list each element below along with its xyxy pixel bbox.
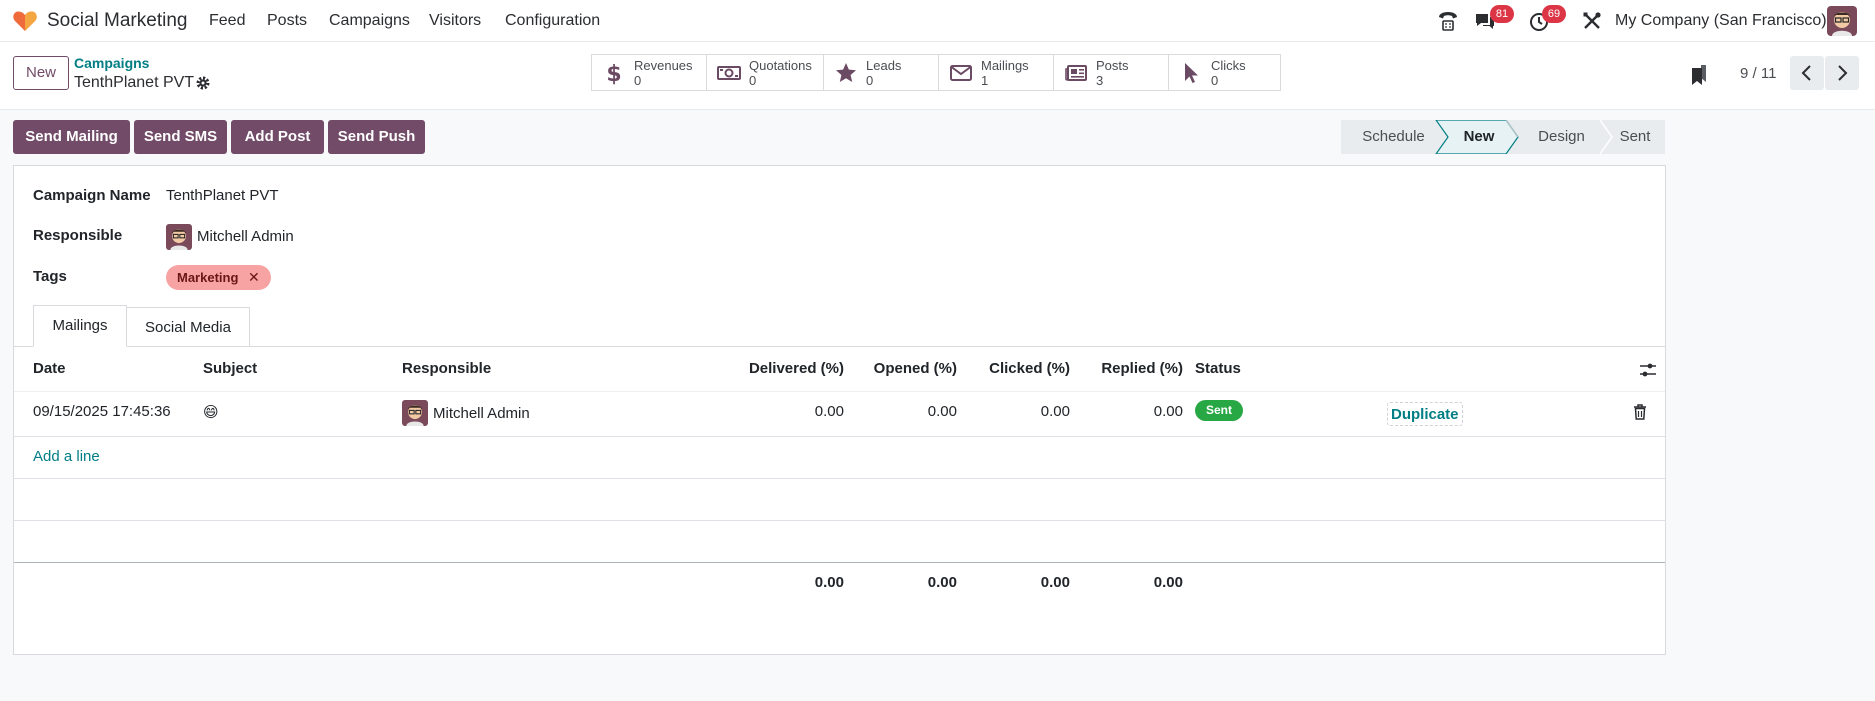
chevron-right-icon bbox=[1838, 65, 1848, 81]
new-button[interactable]: New bbox=[13, 56, 69, 90]
total-clicked: 0.00 bbox=[1040, 574, 1070, 591]
tab-mailings[interactable]: Mailings bbox=[33, 305, 127, 347]
tabs-divider bbox=[14, 346, 1665, 347]
tag-marketing: Marketing ✕ bbox=[166, 265, 271, 290]
campaign-name-label: Campaign Name bbox=[33, 187, 151, 204]
menu-feed[interactable]: Feed bbox=[209, 12, 245, 30]
column-settings-icon[interactable] bbox=[1639, 362, 1657, 378]
row-replied: 0.00 bbox=[1153, 403, 1183, 420]
stat-clicks[interactable]: Clicks 0 bbox=[1169, 55, 1280, 90]
control-panel: New Campaigns TenthPlanet PVT $ Revenues… bbox=[0, 42, 1875, 110]
totals-border bbox=[14, 562, 1665, 563]
trash-icon[interactable] bbox=[1633, 404, 1647, 420]
pager-next-button[interactable] bbox=[1825, 56, 1859, 90]
send-sms-button[interactable]: Send SMS bbox=[134, 120, 227, 154]
tag-marketing-label: Marketing bbox=[177, 270, 239, 285]
responsible-avatar bbox=[166, 224, 192, 250]
dollar-icon: $ bbox=[606, 62, 621, 85]
row-clicked: 0.00 bbox=[1040, 403, 1070, 420]
row-bottom-border bbox=[14, 436, 1665, 437]
add-post-button[interactable]: Add Post bbox=[231, 120, 324, 154]
pager-previous-button[interactable] bbox=[1790, 56, 1824, 90]
svg-text:$: $ bbox=[606, 62, 621, 85]
status-badge: Sent bbox=[1195, 400, 1244, 421]
form-sheet: Campaign Name TenthPlanet PVT Responsibl… bbox=[13, 165, 1666, 655]
campaign-name-field[interactable]: TenthPlanet PVT bbox=[166, 187, 279, 204]
stat-quotations[interactable]: Quotations 0 bbox=[707, 55, 824, 90]
bookmark-icon[interactable] bbox=[1689, 64, 1709, 86]
stat-mailings[interactable]: Mailings 1 bbox=[939, 55, 1054, 90]
stat-leads[interactable]: Leads 0 bbox=[824, 55, 939, 90]
gear-icon[interactable] bbox=[195, 75, 211, 91]
empty-row-border bbox=[14, 478, 1665, 479]
stage-schedule[interactable]: Schedule bbox=[1341, 120, 1446, 154]
menu-posts[interactable]: Posts bbox=[267, 12, 307, 30]
menu-campaigns[interactable]: Campaigns bbox=[329, 12, 410, 30]
duplicate-button[interactable]: Duplicate bbox=[1387, 402, 1463, 426]
stat-revenues[interactable]: $ Revenues 0 bbox=[592, 55, 707, 90]
app-name[interactable]: Social Marketing bbox=[47, 10, 187, 32]
company-switcher[interactable]: My Company (San Francisco) bbox=[1615, 12, 1827, 30]
col-replied[interactable]: Replied (%) bbox=[1101, 360, 1183, 377]
top-navbar: Social Marketing Feed Posts Campaigns Vi… bbox=[0, 0, 1875, 42]
col-delivered[interactable]: Delivered (%) bbox=[749, 360, 844, 377]
row-responsible-avatar bbox=[402, 400, 428, 426]
smart-buttons: $ Revenues 0 Quotations 0 Leads 0 Mailin… bbox=[591, 54, 1281, 91]
total-opened: 0.00 bbox=[927, 574, 957, 591]
newspaper-icon bbox=[1065, 65, 1087, 81]
money-icon bbox=[717, 66, 741, 80]
menu-configuration[interactable]: Configuration bbox=[505, 12, 600, 30]
breadcrumb-current: TenthPlanet PVT bbox=[74, 74, 195, 91]
cursor-icon bbox=[1185, 63, 1198, 83]
col-status[interactable]: Status bbox=[1195, 360, 1241, 377]
tab-social-media[interactable]: Social Media bbox=[127, 307, 250, 347]
stage-statusbar: Schedule New Design Sent bbox=[1341, 120, 1665, 154]
pager-counter[interactable]: 9 / 11 bbox=[1740, 65, 1776, 82]
tags-label: Tags bbox=[33, 268, 67, 285]
breadcrumb-campaigns[interactable]: Campaigns bbox=[74, 55, 149, 71]
col-clicked[interactable]: Clicked (%) bbox=[989, 360, 1070, 377]
send-push-button[interactable]: Send Push bbox=[328, 120, 425, 154]
activities-badge: 69 bbox=[1542, 5, 1566, 23]
send-mailing-button[interactable]: Send Mailing bbox=[13, 120, 130, 154]
row-subject: 😄 bbox=[203, 404, 219, 421]
responsible-label: Responsible bbox=[33, 227, 123, 244]
add-line-link[interactable]: Add a line bbox=[33, 448, 100, 465]
col-date[interactable]: Date bbox=[33, 360, 66, 377]
menu-visitors[interactable]: Visitors bbox=[429, 12, 481, 30]
chevron-left-icon bbox=[1801, 65, 1811, 81]
empty-row-border bbox=[14, 520, 1665, 521]
stage-design[interactable]: Design bbox=[1519, 120, 1604, 154]
stage-sent[interactable]: Sent bbox=[1605, 120, 1665, 154]
stage-new[interactable]: New bbox=[1446, 120, 1512, 154]
tag-remove-icon[interactable]: ✕ bbox=[248, 269, 260, 285]
envelope-icon bbox=[950, 65, 972, 81]
responsible-field[interactable]: Mitchell Admin bbox=[197, 228, 294, 245]
user-avatar[interactable] bbox=[1827, 6, 1857, 36]
row-top-border bbox=[14, 391, 1665, 392]
stat-posts[interactable]: Posts 3 bbox=[1054, 55, 1169, 90]
row-opened: 0.00 bbox=[927, 403, 957, 420]
row-responsible: Mitchell Admin bbox=[433, 405, 530, 422]
messages-badge: 81 bbox=[1490, 5, 1514, 23]
col-subject[interactable]: Subject bbox=[203, 360, 257, 377]
col-responsible[interactable]: Responsible bbox=[402, 360, 491, 377]
row-delivered: 0.00 bbox=[814, 403, 844, 420]
total-replied: 0.00 bbox=[1153, 574, 1183, 591]
phone-icon[interactable] bbox=[1436, 9, 1460, 33]
total-delivered: 0.00 bbox=[814, 574, 844, 591]
col-opened[interactable]: Opened (%) bbox=[874, 360, 957, 377]
tools-icon[interactable] bbox=[1580, 9, 1604, 33]
star-icon bbox=[836, 63, 856, 82]
row-date: 09/15/2025 17:45:36 bbox=[33, 403, 171, 420]
app-logo-icon[interactable] bbox=[12, 9, 38, 33]
